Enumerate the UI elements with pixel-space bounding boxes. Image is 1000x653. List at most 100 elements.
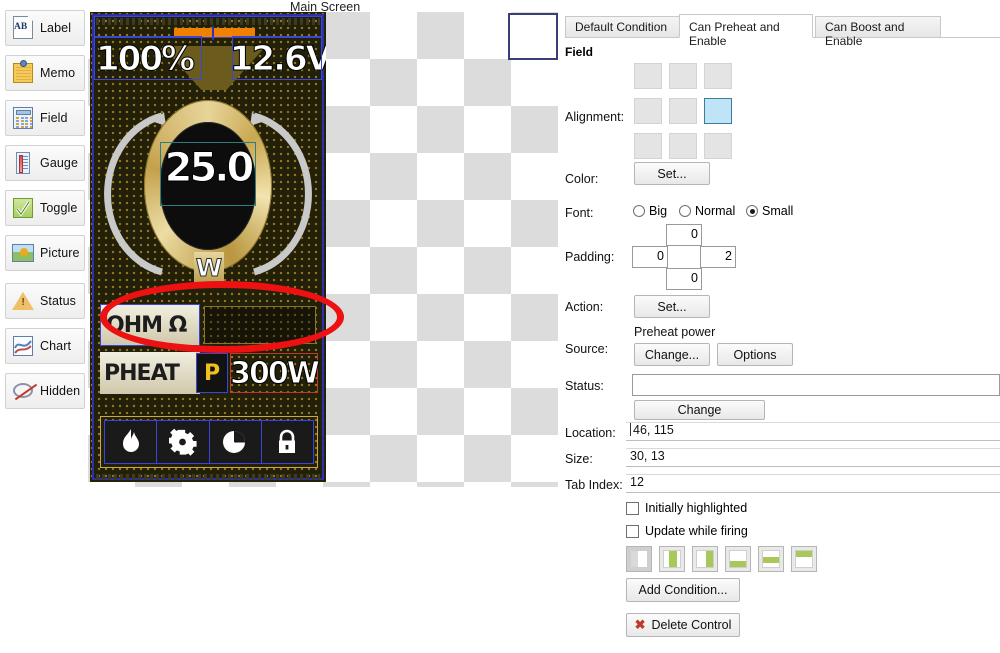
gear-icon[interactable] <box>157 421 210 463</box>
ohm-value-field[interactable] <box>204 306 316 344</box>
preset-glyph-3 <box>696 550 714 568</box>
align-cell-bottom-left[interactable] <box>634 133 662 159</box>
chart-icon <box>11 334 35 358</box>
padding-bottom-input[interactable]: 0 <box>666 268 702 290</box>
pie-chart-icon[interactable] <box>209 421 262 463</box>
align-cell-top-left[interactable] <box>634 63 662 89</box>
tool-gauge-text: Gauge <box>40 156 79 170</box>
tool-hidden[interactable]: Hidden <box>5 373 85 409</box>
status-input[interactable] <box>632 374 1000 396</box>
add-condition-button[interactable]: Add Condition... <box>626 578 740 602</box>
device-bottom-trim <box>96 474 320 480</box>
source-options-button[interactable]: Options <box>717 343 793 366</box>
padding-left-input[interactable]: 0 <box>632 246 668 268</box>
lock-icon[interactable] <box>261 421 313 463</box>
align-cell-middle-right[interactable] <box>704 98 732 124</box>
tool-status[interactable]: ! Status <box>5 283 85 319</box>
checkbox-update-while-firing-label: Update while firing <box>645 524 748 538</box>
preset-glyph-1 <box>630 550 648 568</box>
condition-preset-6[interactable] <box>791 546 817 572</box>
tool-label[interactable]: AB Label <box>5 10 85 46</box>
dial-unit: W <box>195 254 223 283</box>
selection-placeholder-box[interactable] <box>508 13 558 60</box>
condition-tabstrip: Default Condition Can Preheat and Enable… <box>565 14 1000 48</box>
tool-status-text: Status <box>40 294 77 308</box>
padding-right-input[interactable]: 2 <box>700 246 736 268</box>
device-row-ohm[interactable]: OHM Ω <box>100 304 318 346</box>
location-input[interactable]: 46, 115 <box>626 422 1000 441</box>
status-icon: ! <box>11 289 35 313</box>
device-screen-preview[interactable]: 100% 12.6V 25.0 W OHM Ω PHEAT P 300W <box>90 12 326 482</box>
source-value: Preheat power <box>634 325 716 339</box>
tool-memo-text: Memo <box>40 66 76 80</box>
checkbox-update-while-firing[interactable]: Update while firing <box>626 524 748 538</box>
align-cell-middle-center[interactable] <box>669 98 697 124</box>
color-set-button[interactable]: Set... <box>634 162 710 185</box>
gauge-icon <box>11 151 35 175</box>
tool-chart[interactable]: Chart <box>5 328 85 364</box>
outline-battery <box>94 16 322 38</box>
tab-default-condition[interactable]: Default Condition <box>565 16 681 38</box>
source-change-button[interactable]: Change... <box>634 343 710 366</box>
tool-field-text: Field <box>40 111 68 125</box>
condition-preset-3[interactable] <box>692 546 718 572</box>
padding-label: Padding: <box>565 250 615 264</box>
hidden-icon <box>11 379 38 403</box>
delete-control-button[interactable]: ✖ Delete Control <box>626 613 740 637</box>
size-input[interactable]: 30, 13 <box>626 448 1000 467</box>
device-row-preheat[interactable]: PHEAT P 300W <box>100 352 320 394</box>
tool-memo[interactable]: Memo <box>5 55 85 91</box>
group-title-field: Field <box>565 45 594 59</box>
preheat-badge: P <box>196 353 228 393</box>
tool-toggle-text: Toggle <box>40 201 78 215</box>
tool-picture-text: Picture <box>40 246 80 260</box>
font-radio-normal[interactable]: Normal <box>679 204 735 218</box>
delete-control-label: Delete Control <box>651 618 732 632</box>
align-cell-bottom-right[interactable] <box>704 133 732 159</box>
align-cell-top-right[interactable] <box>704 63 732 89</box>
tool-toggle[interactable]: Toggle <box>5 190 85 226</box>
preheat-label: PHEAT <box>100 352 200 394</box>
tab-can-boost-and-enable[interactable]: Can Boost and Enable <box>815 16 941 48</box>
picture-icon <box>11 241 35 265</box>
condition-preset-5[interactable] <box>758 546 784 572</box>
checkbox-initially-highlighted-label: Initially highlighted <box>645 501 748 515</box>
flame-icon[interactable] <box>105 421 158 463</box>
size-label: Size: <box>565 452 593 466</box>
memo-icon <box>11 60 35 85</box>
field-icon <box>11 106 35 130</box>
label-icon: AB <box>11 16 35 40</box>
align-cell-middle-left[interactable] <box>634 98 662 124</box>
tool-gauge[interactable]: Gauge <box>5 145 85 181</box>
location-label: Location: <box>565 426 616 440</box>
align-cell-bottom-center[interactable] <box>669 133 697 159</box>
tool-field[interactable]: Field <box>5 100 85 136</box>
outline-voltage <box>232 36 322 80</box>
font-radio-big[interactable]: Big <box>633 204 667 218</box>
font-radio-small-label: Small <box>762 204 794 218</box>
preset-glyph-6 <box>795 550 813 568</box>
checkbox-box[interactable] <box>626 524 639 538</box>
tab-can-preheat-and-enable[interactable]: Can Preheat and Enable <box>679 14 813 48</box>
tool-hidden-text: Hidden <box>40 384 81 398</box>
checkbox-initially-highlighted[interactable]: Initially highlighted <box>626 501 747 515</box>
checkbox-box[interactable] <box>626 501 639 515</box>
condition-preset-2[interactable] <box>659 546 685 572</box>
status-change-button[interactable]: Change <box>634 400 765 420</box>
action-set-button[interactable]: Set... <box>634 295 710 318</box>
padding-top-input[interactable]: 0 <box>666 224 702 246</box>
status-label: Status: <box>565 379 604 393</box>
delete-x-icon: ✖ <box>634 617 646 632</box>
alignment-label: Alignment: <box>565 110 625 124</box>
condition-preset-1[interactable] <box>626 546 652 572</box>
align-cell-top-center[interactable] <box>669 63 697 89</box>
tool-picture[interactable]: Picture <box>5 235 85 271</box>
tab-index-input[interactable]: 12 <box>626 474 1000 493</box>
ohm-label: OHM Ω <box>100 304 200 346</box>
font-radio-normal-label: Normal <box>695 204 736 218</box>
preset-glyph-5 <box>762 550 780 568</box>
font-radio-small[interactable]: Small <box>746 204 793 218</box>
device-icon-bar <box>100 416 318 468</box>
condition-preset-4[interactable] <box>725 546 751 572</box>
outline-percent <box>94 36 202 80</box>
